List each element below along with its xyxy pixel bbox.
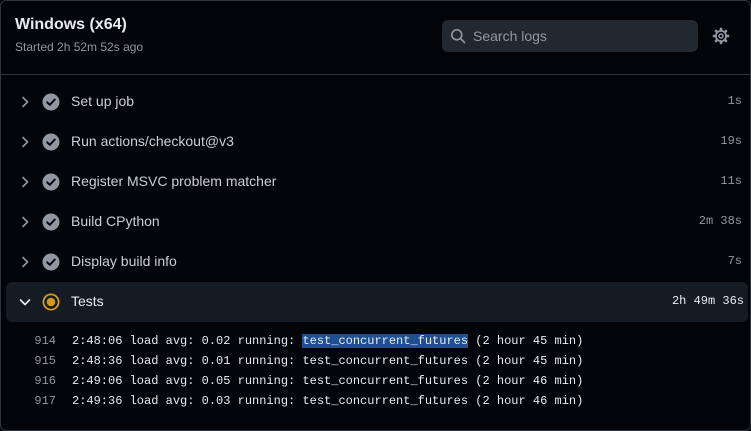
log-line-number[interactable]: 917 — [21, 394, 56, 408]
check-circle-icon — [42, 213, 60, 231]
check-circle-icon — [42, 253, 60, 271]
chevron-right-icon — [22, 136, 29, 148]
log-text-prefix: 2:49:36 load avg: 0.03 running: — [72, 394, 303, 408]
step-duration: 1s — [727, 94, 742, 108]
step-name: Build CPython — [71, 213, 160, 229]
step-row[interactable]: Display build info 7s — [1, 242, 750, 282]
step-name: Tests — [71, 293, 104, 309]
log-line-text: 2:49:06 load avg: 0.05 running: test_con… — [72, 374, 583, 388]
log-line: 914 2:48:06 load avg: 0.02 running: test_… — [1, 331, 750, 351]
search-logs-box[interactable] — [442, 20, 698, 52]
log-line-text: 2:49:36 load avg: 0.03 running: test_con… — [72, 394, 583, 408]
log-line-text: 2:48:06 load avg: 0.02 running: test_con… — [72, 334, 583, 348]
log-text-suffix: (2 hour 45 min) — [468, 354, 584, 368]
search-icon — [451, 29, 466, 44]
step-row[interactable]: Register MSVC problem matcher 11s — [1, 162, 750, 202]
chevron-right-icon — [22, 176, 29, 188]
step-duration: 11s — [720, 174, 742, 188]
log-test-name: test_concurrent_futures — [302, 374, 469, 388]
log-text-prefix: 2:48:36 load avg: 0.01 running: — [72, 354, 303, 368]
chevron-right-icon — [22, 256, 29, 268]
check-circle-icon — [42, 93, 60, 111]
log-test-name: test_concurrent_futures — [302, 394, 469, 408]
step-name: Register MSVC problem matcher — [71, 173, 277, 189]
gear-icon[interactable] — [712, 27, 730, 45]
log-line: 916 2:49:06 load avg: 0.05 running: test_… — [1, 371, 750, 391]
step-name: Run actions/checkout@v3 — [71, 133, 234, 149]
log-line-text: 2:48:36 load avg: 0.01 running: test_con… — [72, 354, 583, 368]
chevron-right-icon — [22, 96, 29, 108]
job-title: Windows (x64) — [15, 16, 127, 33]
log-line-number[interactable]: 916 — [21, 374, 56, 388]
log-line: 917 2:49:36 load avg: 0.03 running: test_… — [1, 391, 750, 411]
chevron-right-icon — [22, 216, 29, 228]
step-row[interactable]: Run actions/checkout@v3 19s — [1, 122, 750, 162]
log-text-suffix: (2 hour 45 min) — [468, 334, 584, 348]
job-started-time: Started 2h 52m 52s ago — [15, 40, 144, 54]
step-name: Set up job — [71, 93, 135, 109]
log-text-suffix: (2 hour 46 min) — [468, 394, 584, 408]
log-output: 914 2:48:06 load avg: 0.02 running: test_… — [1, 331, 750, 411]
step-duration: 2h 49m 36s — [671, 294, 744, 308]
step-duration: 2m 38s — [698, 214, 742, 228]
check-circle-icon — [42, 173, 60, 191]
job-header: Windows (x64) Started 2h 52m 52s ago — [1, 1, 750, 75]
log-text-suffix: (2 hour 46 min) — [468, 374, 584, 388]
step-name: Display build info — [71, 253, 177, 269]
step-row[interactable]: Set up job 1s — [1, 82, 750, 122]
job-steps-list: Set up job 1s Run actions/checkout@v3 19s Re… — [1, 82, 750, 322]
step-row[interactable]: Build CPython 2m 38s — [1, 202, 750, 242]
log-text-prefix: 2:48:06 load avg: 0.02 running: — [72, 334, 303, 348]
step-duration: 7s — [727, 254, 742, 268]
log-line-number[interactable]: 914 — [21, 334, 56, 348]
job-log-panel: Windows (x64) Started 2h 52m 52s ago Sea… — [0, 0, 751, 431]
in-progress-icon — [42, 293, 60, 311]
search-logs-input[interactable] — [473, 20, 693, 52]
log-test-name: test_concurrent_futures — [302, 354, 469, 368]
chevron-down-icon — [19, 299, 31, 306]
search-match-highlight: test_concurrent_futures — [302, 334, 469, 348]
step-duration: 19s — [720, 134, 742, 148]
log-line: 915 2:48:36 load avg: 0.01 running: test_… — [1, 351, 750, 371]
log-text-prefix: 2:49:06 load avg: 0.05 running: — [72, 374, 303, 388]
step-row[interactable]: Tests 2h 49m 36s — [6, 282, 748, 322]
log-line-number[interactable]: 915 — [21, 354, 56, 368]
check-circle-icon — [42, 133, 60, 151]
